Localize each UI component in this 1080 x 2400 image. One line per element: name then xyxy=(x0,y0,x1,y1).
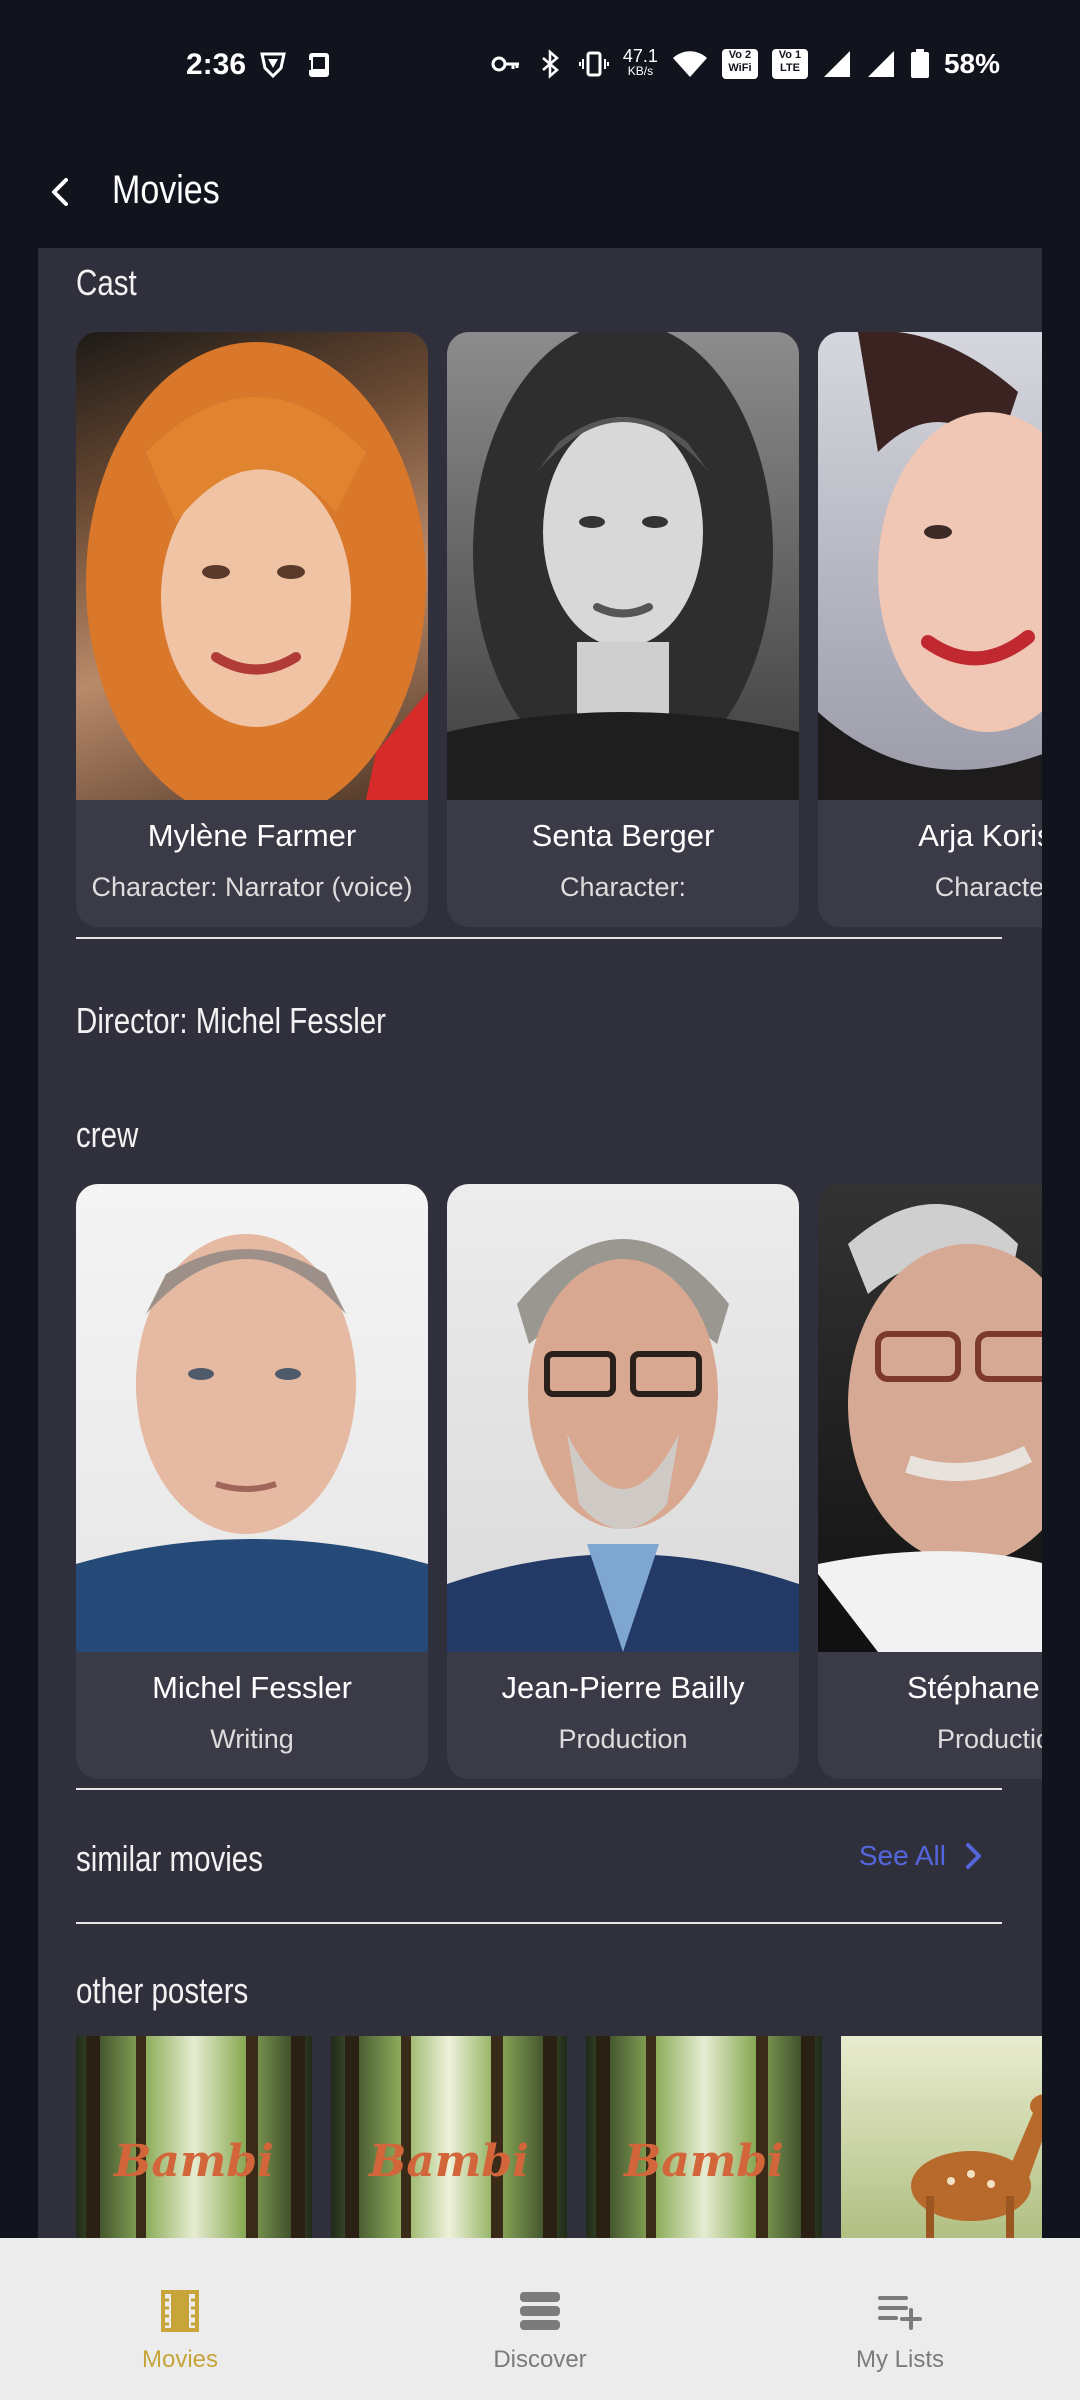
cast-photo xyxy=(76,332,428,800)
poster-title-text: Bambi xyxy=(624,2136,784,2187)
cast-name: Mylène Farmer xyxy=(147,818,357,853)
section-divider xyxy=(76,1922,1002,1924)
vpn-shield-icon xyxy=(260,52,286,79)
fawn-illustration xyxy=(911,2094,1042,2266)
cast-character: Character: Narrator (voice) xyxy=(91,872,413,902)
cast-photo xyxy=(818,332,1042,800)
crew-list[interactable]: Michel Fessler Writing Jean-Pierre Baill… xyxy=(76,1184,1042,1779)
cast-name: Arja Korise xyxy=(918,818,1042,853)
portrait-illustration xyxy=(818,332,1042,800)
vibrate-icon xyxy=(578,51,609,77)
chevron-right-icon xyxy=(966,1843,981,1869)
crew-job: Writing xyxy=(210,1724,294,1754)
cast-name: Senta Berger xyxy=(531,818,715,853)
status-right-icons: 47.1 KB/s Vo 2 WiFi Vo 1 LTE 58% xyxy=(491,46,1000,80)
poster-title-text: Bambi xyxy=(369,2136,529,2187)
director-text: Director: Michel Fessler xyxy=(76,1000,387,1041)
battery-percent: 58% xyxy=(943,48,1000,79)
signal-icon xyxy=(823,51,850,77)
status-left-icons xyxy=(258,50,334,80)
bottom-navigation: Movies Discover My Lists xyxy=(0,2238,1080,2400)
crew-photo xyxy=(447,1184,799,1652)
net-speed-unit: KB/s xyxy=(627,64,654,78)
film-icon xyxy=(161,2290,199,2332)
poster-thumbnail[interactable]: Bambi xyxy=(331,2036,567,2266)
crew-card[interactable]: Stéphane Mi Productio xyxy=(818,1184,1042,1779)
crew-job: Production xyxy=(558,1724,688,1754)
nav-label-discover: Discover xyxy=(493,2346,587,2373)
posters-list[interactable]: Bambi Bambi Bambi xyxy=(76,2036,1042,2266)
stack-icon xyxy=(520,2292,560,2330)
poster-thumbnail[interactable]: Bambi xyxy=(76,2036,312,2266)
similar-movies-title: similar movies xyxy=(76,1838,263,1879)
page-title: Movies xyxy=(112,168,220,212)
cast-card[interactable]: Arja Korise Character xyxy=(818,332,1042,927)
crew-card[interactable]: Michel Fessler Writing xyxy=(76,1184,428,1779)
playlist-add-icon xyxy=(878,2296,922,2330)
cast-photo xyxy=(447,332,799,800)
poster-title-text: Bambi xyxy=(114,2136,274,2187)
see-all-label: See All xyxy=(858,1840,946,1871)
portrait-illustration xyxy=(447,1239,799,1652)
battery-icon xyxy=(910,49,929,78)
section-divider xyxy=(76,937,1002,939)
crew-card[interactable]: Jean-Pierre Bailly Production xyxy=(447,1184,799,1779)
nav-item-discover[interactable]: Discover xyxy=(360,2238,720,2400)
cast-character: Character: xyxy=(559,872,687,902)
top-app-bar: Movies xyxy=(0,150,1080,240)
nav-label-movies: Movies xyxy=(141,2346,219,2373)
status-time: 2:36 xyxy=(186,48,247,81)
section-divider xyxy=(76,1788,1002,1790)
volte-wifi-text: Vo 2 WiFi xyxy=(728,49,752,74)
crew-job: Productio xyxy=(936,1724,1042,1754)
net-speed: 47.1 KB/s xyxy=(622,46,658,79)
cast-card[interactable]: Mylène Farmer Character: Narrator (voice… xyxy=(76,332,428,927)
back-arrow-icon[interactable] xyxy=(40,172,80,212)
poster-thumbnail[interactable]: Bambi xyxy=(586,2036,822,2266)
crew-name: Jean-Pierre Bailly xyxy=(501,1670,745,1705)
portrait-illustration xyxy=(76,1234,428,1652)
details-panel[interactable]: Cast Mylène Farmer Character: Narrator (… xyxy=(38,248,1042,2268)
bluetooth-icon xyxy=(542,49,559,79)
see-all-button[interactable]: See All xyxy=(859,1840,984,1872)
portrait-illustration xyxy=(86,342,428,800)
crew-name: Stéphane Mi xyxy=(906,1670,1042,1705)
crew-photo xyxy=(818,1184,1042,1652)
volte-lte-badge: Vo 1 LTE xyxy=(771,49,808,79)
poster-thumbnail[interactable] xyxy=(841,2036,1042,2266)
volte-lte-text: Vo 1 LTE xyxy=(778,49,802,74)
key-icon xyxy=(491,56,519,72)
portrait-illustration xyxy=(818,1204,1042,1652)
portrait-illustration xyxy=(447,332,799,800)
volte-wifi-badge: Vo 2 WiFi xyxy=(721,49,758,79)
cast-list[interactable]: Mylène Farmer Character: Narrator (voice… xyxy=(76,332,1042,927)
cast-section-title: Cast xyxy=(76,262,137,303)
crew-name: Michel Fessler xyxy=(152,1670,352,1705)
net-speed-value: 47.1 xyxy=(622,46,658,66)
nav-item-movies[interactable]: Movies xyxy=(0,2238,360,2400)
other-posters-title: other posters xyxy=(76,1970,249,2011)
cast-card[interactable]: Senta Berger Character: xyxy=(447,332,799,927)
crew-photo xyxy=(76,1184,428,1652)
cast-character: Character xyxy=(934,872,1042,902)
nav-label-my-lists: My Lists xyxy=(855,2346,944,2373)
device-icon xyxy=(305,53,329,77)
signal-icon-2 xyxy=(867,51,894,77)
crew-section-title: crew xyxy=(76,1114,139,1155)
wifi-icon xyxy=(672,51,707,77)
status-bar: 2:36 47.1 KB/s Vo 2 WiFi Vo 1 LTE 58% xyxy=(0,0,1080,135)
nav-item-my-lists[interactable]: My Lists xyxy=(720,2238,1080,2400)
